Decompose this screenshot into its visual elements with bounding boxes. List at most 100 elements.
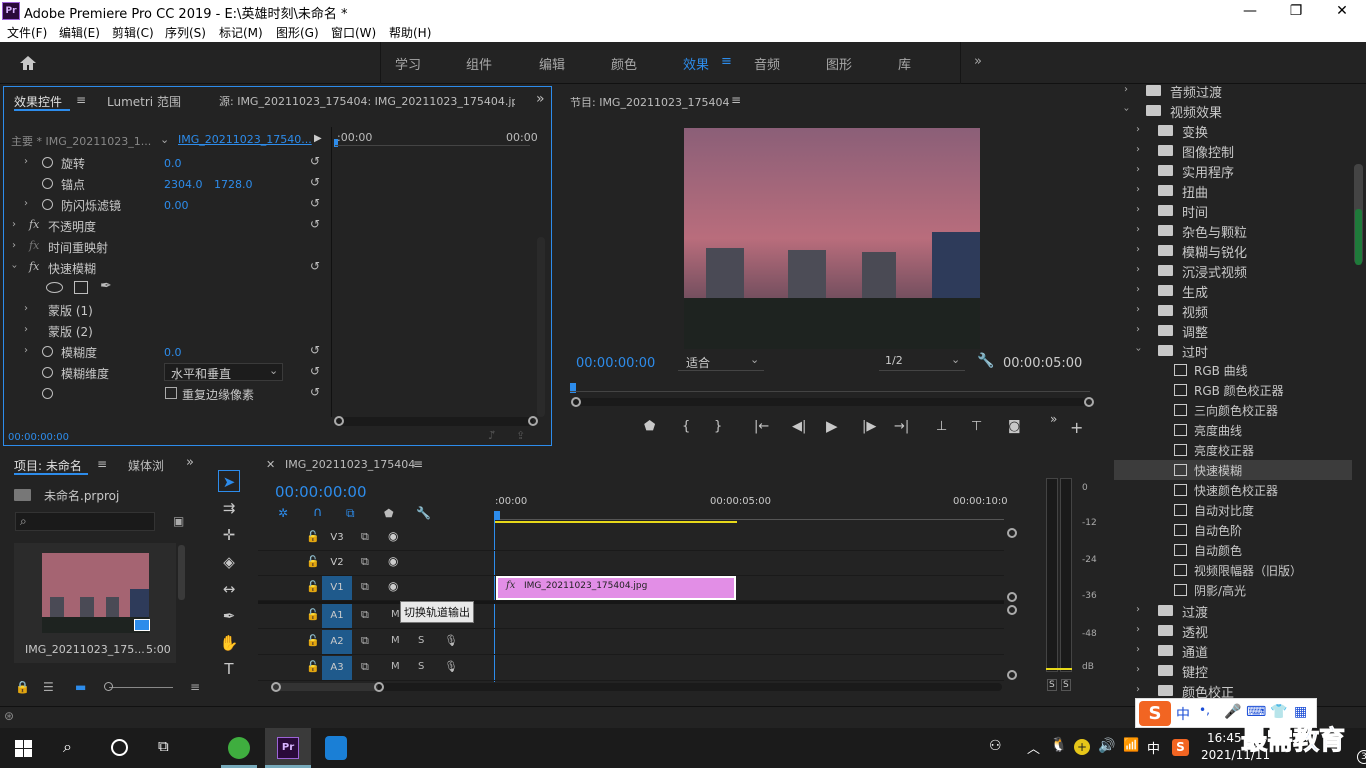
expand-chevron-icon[interactable]: › [1136,164,1140,175]
voiceover-record-icon[interactable]: 🎙 [444,634,458,647]
clock-time[interactable]: 16:45 [1207,731,1242,745]
effects-tree-item[interactable]: 视频限幅器（旧版） [1114,560,1352,580]
tab-project[interactable]: 项目: 未命名 [14,457,82,474]
stopwatch-icon[interactable] [42,199,53,210]
flicker-value[interactable]: 0.00 [164,199,189,212]
sync-lock-icon[interactable]: ⧉ [361,530,369,544]
fx-icon[interactable]: fx [29,218,39,231]
step-forward-icon[interactable]: |▶ [862,419,876,434]
mute-button[interactable]: M [391,635,400,646]
track-visibility-eye-icon[interactable]: ◉ [388,529,398,543]
stopwatch-icon[interactable] [42,157,53,168]
expand-chevron-icon[interactable]: › [24,324,28,335]
menu-clip[interactable]: 剪辑(C) [112,24,154,41]
effects-tree-item[interactable]: RGB 颜色校正器 [1114,380,1352,400]
workspace-learn[interactable]: 学习 [395,54,421,73]
track-select-tool-icon[interactable]: ⇉ [218,497,240,519]
solo-button[interactable]: S [418,635,424,646]
linked-selection-icon[interactable]: ⧉ [346,506,355,521]
expand-chevron-icon[interactable]: › [1136,204,1140,215]
track-target-button[interactable]: V1 [322,576,352,600]
sync-lock-icon[interactable]: ⧉ [361,580,369,594]
sequence-tab[interactable]: IMG_20211023_175404 [285,458,415,471]
workspace-assembly[interactable]: 组件 [466,54,492,73]
expand-chevron-icon[interactable]: › [24,156,28,167]
extract-icon[interactable]: ⊤ [971,419,982,434]
nest-icon[interactable]: ✲ [278,506,288,520]
sync-lock-icon[interactable]: ⧉ [361,555,369,569]
sync-lock-icon[interactable]: ⧉ [361,608,369,622]
filter-icon[interactable]: ♪⃗ [488,429,495,442]
effects-tree-item[interactable]: › 杂色与颗粒 [1114,220,1352,241]
expand-chevron-icon[interactable]: › [1136,224,1140,235]
fit-select[interactable]: 适合 ⌄ [678,353,764,371]
mark-in-icon[interactable]: { [682,419,690,434]
menu-sequence[interactable]: 序列(S) [165,24,206,41]
effects-tree-item[interactable]: › 视频 [1114,300,1352,321]
type-tool-icon[interactable]: T [218,658,240,680]
hand-tool-icon[interactable]: ✋ [218,632,240,654]
expand-chevron-icon[interactable]: › [12,219,16,230]
stopwatch-icon[interactable] [42,346,53,357]
effects-tree-item[interactable]: › 扭曲 [1114,180,1352,201]
add-marker-icon[interactable]: ⬟ [384,507,394,520]
track-lock-icon[interactable]: 🔓 [306,608,320,621]
stopwatch-icon[interactable] [42,367,53,378]
a-scroll-handle[interactable] [1007,670,1017,680]
effects-tree-item[interactable]: › 生成 [1114,280,1352,301]
menu-file[interactable]: 文件(F) [7,24,47,41]
search-icon[interactable]: ⌕ [63,737,72,757]
program-zoom-scrollbar[interactable] [574,398,1086,406]
ime-lang-toggle[interactable]: 中 [1176,704,1190,724]
expand-chevron-icon[interactable]: › [1136,124,1140,135]
qq-icon[interactable]: 🐧 [1050,737,1067,753]
skin-icon[interactable]: 👕 [1270,704,1287,720]
pen-tool-icon[interactable]: ✒ [218,605,240,627]
ime-indicator[interactable]: 中 [1147,738,1160,757]
work-area-bar[interactable] [494,521,737,523]
reset-icon[interactable]: ↺ [310,155,322,167]
reset-icon[interactable]: ↺ [310,260,322,272]
expand-chevron-icon[interactable]: › [1136,624,1140,635]
expand-chevron-icon[interactable]: › [24,345,28,356]
workspace-effects[interactable]: 效果 [683,54,709,73]
effects-tree-item[interactable]: › 通道 [1114,640,1352,661]
workspace-libraries[interactable]: 库 [898,54,911,73]
effects-tree-item[interactable]: › 键控 [1114,660,1352,681]
track-target-button[interactable]: A3 [322,656,352,680]
resolution-select[interactable]: 1/2 ⌄ [879,353,965,371]
effects-tree-item[interactable]: › 颜色校正 [1114,680,1352,701]
anchor-x-value[interactable]: 2304.0 [164,178,203,191]
collapse-chevron-icon[interactable]: › [9,265,20,269]
icon-view-icon[interactable]: ▬ [75,680,86,694]
timeline-settings-wrench-icon[interactable]: 🔧 [416,506,431,520]
menu-graphics[interactable]: 图形(G) [276,24,319,41]
timeline-ruler[interactable] [494,508,1004,520]
windows-start-icon[interactable] [15,740,32,757]
expand-chevron-icon[interactable]: › [1136,184,1140,195]
effects-tree-item[interactable]: › 图像控制 [1114,140,1352,161]
plus-tray-icon[interactable]: + [1074,739,1090,755]
effects-tree-item[interactable]: › 沉浸式视频 [1114,260,1352,281]
collapse-chevron-icon[interactable]: › [1133,348,1144,352]
cortana-icon[interactable] [111,739,128,756]
sync-lock-icon[interactable]: ⧉ [361,634,369,648]
lift-icon[interactable]: ⊥ [936,419,947,434]
solo-button[interactable]: S [418,661,424,672]
expand-chevron-icon[interactable]: › [1136,644,1140,655]
tab-source[interactable]: 源: IMG_20211023_175404: IMG_20211023_175… [219,93,515,109]
effects-tree-item[interactable]: › 音频过渡 [1114,84,1352,101]
ec-zoom-scrollbar[interactable] [337,417,533,426]
solo-right-button[interactable]: S [1061,679,1071,691]
add-button-icon[interactable]: + [1070,418,1083,437]
scroll-handle-right[interactable] [1084,397,1094,407]
panel-menu-icon[interactable]: ≡ [190,680,200,694]
expand-chevron-icon[interactable]: › [1136,664,1140,675]
panel-menu-icon[interactable]: ≡ [413,457,423,471]
playhead-handle[interactable] [494,511,500,520]
expand-chevron-icon[interactable]: › [1136,684,1140,695]
effects-tree-item[interactable]: › 模糊与锐化 [1114,240,1352,261]
effects-tree-item[interactable]: 阴影/高光 [1114,580,1352,600]
reset-icon[interactable]: ↺ [310,386,322,398]
task-view-icon[interactable]: ⧉ [158,737,169,755]
